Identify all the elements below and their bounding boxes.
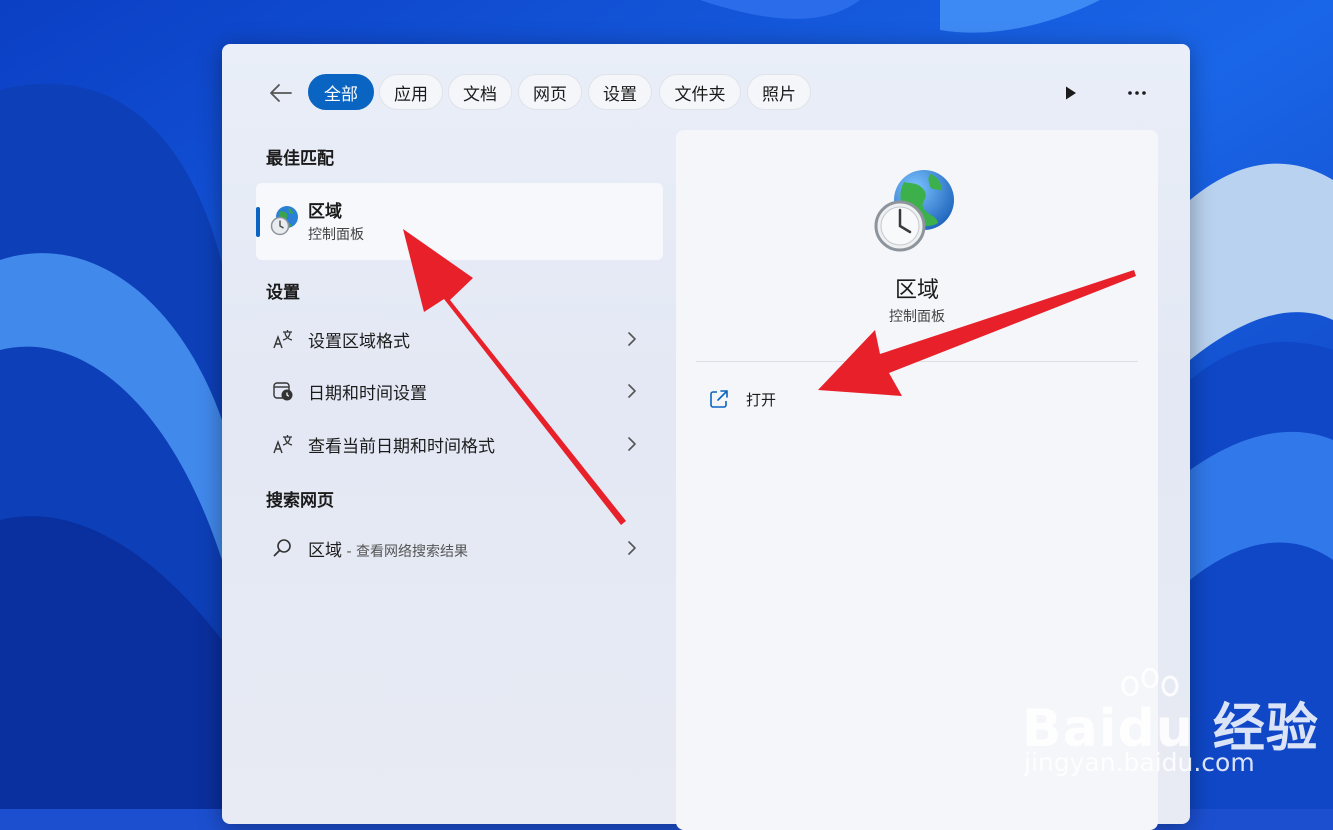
best-match-subtitle: 控制面板 [308,227,364,243]
filter-toolbar: 全部 应用 文档 网页 设置 文件夹 照片 [222,72,1190,112]
settings-item-label: 设置区域格式 [308,332,410,352]
web-search-label: 区域 - 查看网络搜索结果 [308,536,468,561]
open-external-icon [710,390,728,408]
settings-item-view-date-time-format[interactable]: 查看当前日期和时间格式 [256,421,663,467]
more-button[interactable] [1124,80,1150,106]
best-match-title: 区域 [308,202,342,222]
tab-settings[interactable]: 设置 [588,74,652,110]
tab-documents[interactable]: 文档 [448,74,512,110]
chevron-right-icon [628,541,636,555]
web-search-heading: 搜索网页 [266,491,334,511]
tab-folders[interactable]: 文件夹 [659,74,741,110]
globe-clock-icon [874,170,954,252]
back-button[interactable] [266,78,296,108]
more-icon [1128,91,1146,95]
web-search-suffix: - 查看网络搜索结果 [342,544,468,560]
tab-photos[interactable]: 照片 [747,74,811,110]
divider [696,361,1138,362]
best-match-heading: 最佳匹配 [266,149,334,169]
globe-clock-icon [270,206,298,236]
tab-apps[interactable]: 应用 [379,74,443,110]
selection-indicator [256,207,260,237]
region-format-icon [273,435,293,454]
arrow-left-icon [270,84,292,102]
settings-item-label: 日期和时间设置 [308,384,427,404]
best-match-item[interactable]: 区域 控制面板 [256,183,663,260]
settings-item-region-format[interactable]: 设置区域格式 [256,316,663,362]
detail-title: 区域 [894,278,939,303]
chevron-right-icon [628,437,636,451]
chevron-right-icon [628,384,636,398]
detail-subtitle: 控制面板 [889,309,945,325]
settings-heading: 设置 [266,283,300,303]
web-search-item[interactable]: 区域 - 查看网络搜索结果 [256,525,663,571]
calendar-clock-icon [273,382,293,401]
baidu-watermark: Baidu 经验 jingyan.baidu.com [1022,668,1322,788]
open-label: 打开 [746,391,777,409]
watermark-url: jingyan.baidu.com [1024,748,1255,777]
chevron-right-icon [628,332,636,346]
open-button[interactable]: 打开 [708,386,908,412]
region-format-icon [273,330,293,349]
search-icon [273,539,291,557]
settings-item-label: 查看当前日期和时间格式 [308,437,495,457]
web-search-query: 区域 [308,541,342,561]
play-button[interactable] [1058,80,1084,106]
settings-item-date-time[interactable]: 日期和时间设置 [256,368,663,414]
tab-all[interactable]: 全部 [308,74,374,110]
tab-web[interactable]: 网页 [518,74,582,110]
play-icon [1066,86,1076,100]
